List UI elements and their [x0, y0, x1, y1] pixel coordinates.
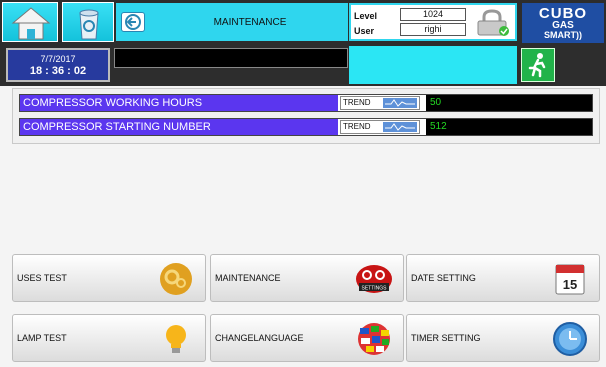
- date-setting-label: DATE SETTING: [411, 273, 476, 283]
- trend-chart-icon: [383, 98, 417, 108]
- brand-logo: CUBO GAS SMART)): [522, 3, 604, 43]
- timer-setting-button[interactable]: TIMER SETTING: [406, 314, 600, 362]
- parameter-value: 50: [426, 95, 592, 111]
- date-time-display: 7/7/2017 18 : 36 : 02: [6, 48, 110, 82]
- change-language-button[interactable]: CHANGE LANGUAGE: [210, 314, 404, 362]
- date-setting-button[interactable]: DATE SETTING 15: [406, 254, 600, 302]
- login-button[interactable]: [474, 9, 512, 37]
- svg-text:SETTINGS: SETTINGS: [361, 286, 387, 292]
- running-man-icon: [528, 53, 546, 78]
- parameter-label: COMPRESSOR WORKING HOURS: [20, 95, 338, 111]
- level-label: Level: [354, 11, 378, 21]
- trend-button[interactable]: TREND: [340, 96, 420, 110]
- recycle-bin-icon: [79, 9, 99, 40]
- maintenance-button[interactable]: MAINTENANCE SETTINGS: [210, 254, 404, 302]
- flags-globe-icon: [358, 323, 390, 355]
- calendar-icon: 15: [555, 264, 585, 295]
- page-title: MAINTENANCE: [213, 16, 287, 28]
- trend-chart-icon: [383, 122, 417, 132]
- back-arrow-icon: [125, 14, 141, 30]
- recycle-button[interactable]: [62, 2, 114, 42]
- page-title-bar: MAINTENANCE: [116, 3, 348, 41]
- gears-icon: [160, 263, 192, 295]
- parameter-value: 512: [426, 119, 592, 135]
- info-panel: [349, 46, 517, 84]
- settings-icon: SETTINGS: [356, 265, 392, 293]
- parameter-row: COMPRESSOR WORKING HOURS TREND 50: [19, 94, 593, 112]
- padlock-icon: [477, 9, 509, 36]
- clock-icon: [553, 322, 587, 356]
- trend-button[interactable]: TREND: [340, 120, 420, 134]
- user-field: righi: [400, 23, 466, 36]
- user-label: User: [354, 26, 375, 36]
- home-button[interactable]: [2, 2, 58, 42]
- level-field: 1024: [400, 8, 466, 21]
- parameters-panel: COMPRESSOR WORKING HOURS TREND 50 COMPRE…: [12, 88, 600, 144]
- message-bar: [114, 48, 348, 68]
- lamp-test-label: LAMP TEST: [17, 333, 67, 343]
- uses-test-button[interactable]: USES TEST: [12, 254, 206, 302]
- time-text: 18 : 36 : 02: [29, 65, 87, 77]
- trend-label: TREND: [343, 98, 371, 107]
- exit-button[interactable]: [521, 48, 555, 82]
- trend-label: TREND: [343, 122, 371, 131]
- change-language-label: CHANGE LANGUAGE: [215, 333, 304, 343]
- maintenance-label: MAINTENANCE: [215, 273, 281, 283]
- lamp-test-button[interactable]: LAMP TEST: [12, 314, 206, 362]
- home-icon: [11, 7, 51, 40]
- parameter-label: COMPRESSOR STARTING NUMBER: [20, 119, 338, 135]
- light-bulb-icon: [166, 325, 186, 353]
- login-panel: Level 1024 User righi: [349, 3, 517, 41]
- date-text: 7/7/2017: [40, 54, 76, 64]
- timer-setting-label: TIMER SETTING: [411, 333, 481, 343]
- parameter-row: COMPRESSOR STARTING NUMBER TREND 512: [19, 118, 593, 136]
- svg-text:15: 15: [563, 277, 577, 292]
- back-button[interactable]: [121, 12, 145, 32]
- uses-test-label: USES TEST: [17, 273, 67, 283]
